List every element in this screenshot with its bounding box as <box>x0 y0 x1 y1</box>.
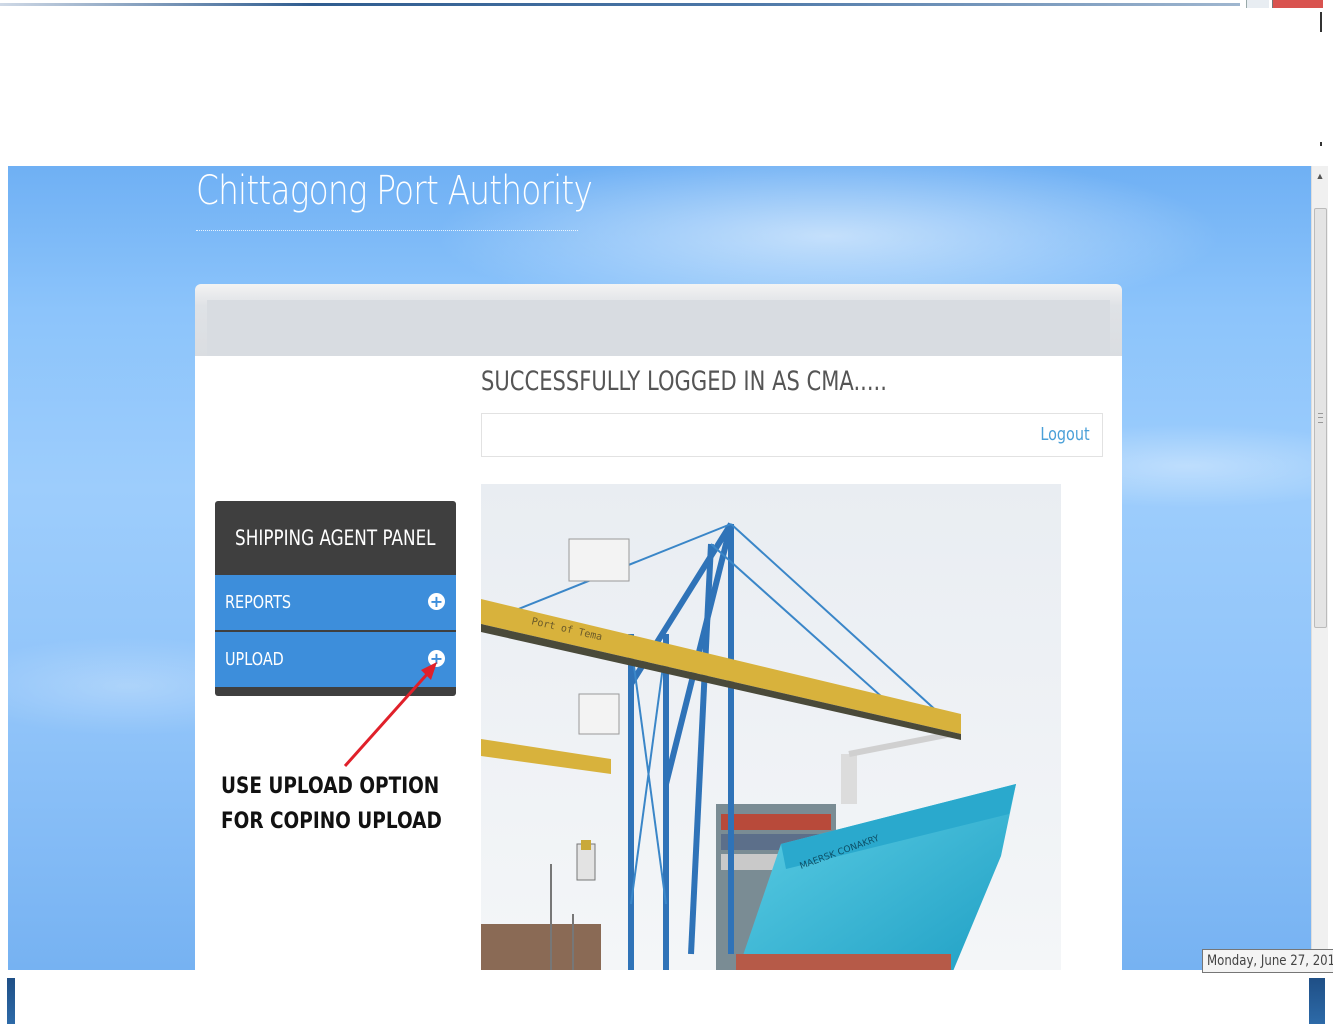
scroll-thumb[interactable] <box>1314 208 1327 628</box>
menu-item-label: REPORTS <box>225 592 292 613</box>
edge-mark <box>1320 142 1322 146</box>
upload-annotation: USE UPLOAD OPTION FOR COPINO UPLOAD <box>221 769 442 839</box>
vertical-scrollbar[interactable]: ▲ <box>1311 166 1328 970</box>
scroll-grip-icon <box>1318 413 1323 423</box>
close-button[interactable] <box>1272 0 1323 8</box>
edge-mark <box>1320 12 1322 32</box>
window-top-bar <box>0 3 1240 6</box>
plus-circle-icon[interactable]: + <box>428 650 445 667</box>
annotation-line-2: FOR COPINO UPLOAD <box>221 809 442 834</box>
taskbar-left-edge <box>7 978 15 1024</box>
port-crane-illustration: MAERSK CONAKRY Port of Tema <box>481 484 1061 970</box>
shipping-agent-panel: SHIPPING AGENT PANEL REPORTS + UPLOAD + <box>215 501 456 696</box>
menu-item-upload[interactable]: UPLOAD + <box>215 632 456 687</box>
window-top-edge <box>0 0 1333 8</box>
main-panel: SUCCESSFULLY LOGGED IN AS CMA..... Logou… <box>195 356 1122 970</box>
panel-header-inner <box>207 300 1110 356</box>
panel-header <box>195 284 1122 356</box>
port-crane-photo: MAERSK CONAKRY Port of Tema <box>481 484 1061 970</box>
restore-button[interactable] <box>1246 0 1269 8</box>
panel-heading-text: SHIPPING AGENT PANEL <box>235 526 436 550</box>
annotation-line-1: USE UPLOAD OPTION <box>221 774 440 799</box>
plus-circle-icon[interactable]: + <box>428 593 445 610</box>
menu-item-reports[interactable]: REPORTS + <box>215 575 456 630</box>
date-tooltip-text: Monday, June 27, 2016 <box>1207 953 1333 969</box>
bottom-area <box>0 970 1333 1024</box>
taskbar-right-edge <box>1309 978 1325 1024</box>
logout-bar: Logout <box>481 413 1103 457</box>
panel-heading: SHIPPING AGENT PANEL <box>215 501 456 575</box>
browser-viewport: Chittagong Port Authority SUCCESSFULLY L… <box>8 166 1311 970</box>
logout-link[interactable]: Logout <box>1041 424 1090 445</box>
site-title: Chittagong Port Authority <box>196 168 593 214</box>
login-status-message: SUCCESSFULLY LOGGED IN AS CMA..... <box>481 366 887 397</box>
menu-item-label: UPLOAD <box>225 649 284 670</box>
title-underline <box>196 230 578 231</box>
scroll-up-arrow-icon[interactable]: ▲ <box>1312 168 1328 184</box>
date-tooltip: Monday, June 27, 2016 <box>1202 949 1333 973</box>
